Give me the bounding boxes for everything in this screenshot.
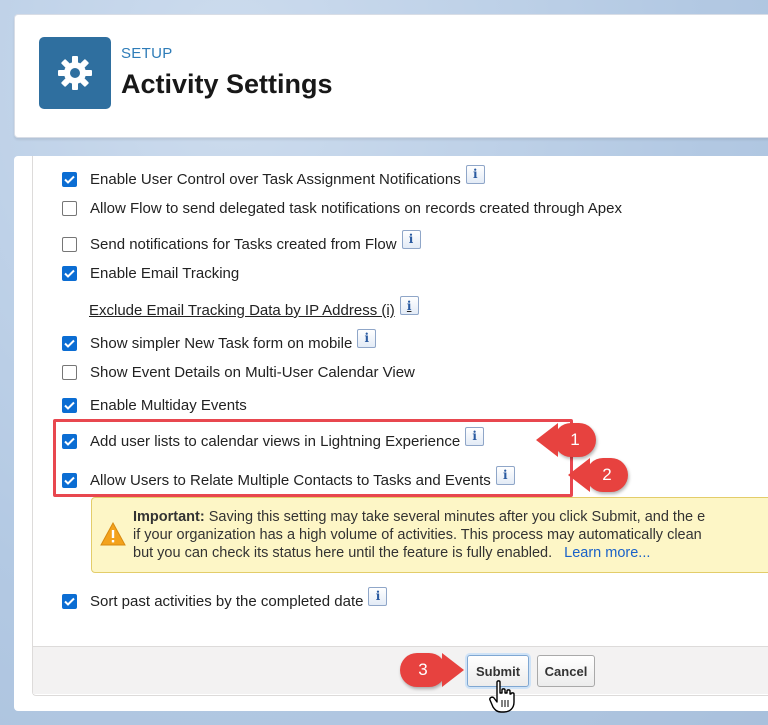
info-icon[interactable]: i [368,586,388,606]
warning-icon [100,522,126,546]
info-icon[interactable]: i [495,465,515,485]
setting-row-task-assignment-notifications: Enable User Control over Task Assignment… [62,164,485,189]
setting-label: Send notifications for Tasks created fro… [90,235,397,253]
link-label: Exclude Email Tracking Data by IP Addres… [89,302,395,319]
setting-row-email-tracking: Enable Email Tracking [62,263,239,283]
setting-row-shared-activities: Allow Users to Relate Multiple Contacts … [62,465,515,490]
setting-label: Show simpler New Task form on mobile [90,334,353,352]
setting-label: Show Event Details on Multi-User Calenda… [90,363,415,381]
hand-cursor-icon [489,680,515,713]
callout-badge-3: 3 [400,653,446,687]
page-header: SETUP Activity Settings [14,14,768,138]
warning-message: Important: Saving this setting may take … [91,497,768,573]
setting-label: Allow Users to Relate Multiple Contacts … [90,471,491,489]
gear-icon [58,56,92,90]
setup-icon-tile [39,37,111,109]
info-icon[interactable]: i [465,426,485,446]
checkbox[interactable] [62,364,77,380]
setting-row-event-details: Show Event Details on Multi-User Calenda… [62,362,415,382]
callout-badge-1: 1 [554,423,596,457]
page-title: Activity Settings [121,69,333,99]
checkbox[interactable] [62,472,77,488]
checkbox[interactable] [62,171,77,187]
warning-line-3: but you can check its status here until … [133,545,553,561]
checkbox[interactable] [62,433,77,449]
warning-line-1: Saving this setting may take several min… [208,509,706,525]
info-icon[interactable]: i [399,296,419,315]
setting-label: Enable Multiday Events [90,396,247,414]
warning-line-2: if your organization has a high volume o… [133,527,702,543]
warning-text: Important: Saving this setting may take … [133,508,768,562]
setting-label: Enable User Control over Task Assignment… [90,170,461,188]
warning-title: Important: [133,509,205,525]
cancel-button[interactable]: Cancel [537,655,595,687]
checkbox[interactable] [62,200,77,216]
setting-row-flow-task-notifications: Send notifications for Tasks created fro… [62,229,421,254]
checkbox[interactable] [62,593,77,609]
setting-row-flow-delegated-notifications: Allow Flow to send delegated task notifi… [62,198,622,218]
checkbox[interactable] [62,335,77,351]
info-icon[interactable]: i [357,328,377,348]
setting-label: Sort past activities by the completed da… [90,592,364,610]
checkbox[interactable] [62,397,77,413]
setup-eyebrow: SETUP [121,45,173,62]
learn-more-link[interactable]: Learn more... [564,545,650,561]
setting-row-simpler-task-form: Show simpler New Task form on mobile i [62,328,377,353]
checkbox[interactable] [62,265,77,281]
callout-badge-2: 2 [586,458,628,492]
setting-row-multiday-events: Enable Multiday Events [62,395,247,415]
info-icon[interactable]: i [401,229,421,249]
info-icon[interactable]: i [465,164,485,184]
email-tracking-exclusion-link[interactable]: Exclude Email Tracking Data by IP Addres… [89,296,419,319]
checkbox[interactable] [62,236,77,252]
setting-label: Add user lists to calendar views in Ligh… [90,432,461,450]
setting-row-user-lists-calendar: Add user lists to calendar views in Ligh… [62,426,485,451]
setting-label: Enable Email Tracking [90,264,240,282]
setting-row-sort-past-activities: Sort past activities by the completed da… [62,586,388,611]
setting-label: Allow Flow to send delegated task notifi… [90,199,622,217]
